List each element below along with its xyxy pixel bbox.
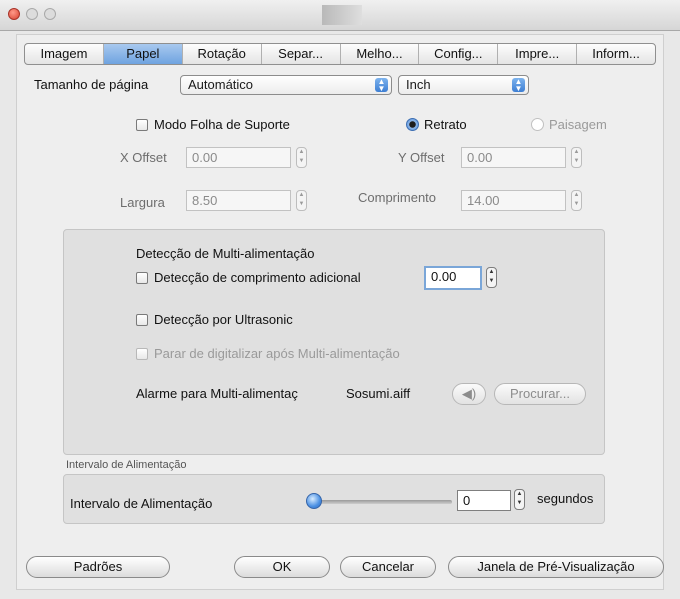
support-sheet-checkbox[interactable] <box>136 119 148 131</box>
length-field[interactable]: 14.00 <box>461 190 566 211</box>
support-sheet-label: Modo Folha de Suporte <box>154 117 290 132</box>
alarm-label: Alarme para Multi-alimentaç <box>136 386 298 401</box>
extra-length-field[interactable]: 0.00 <box>424 266 482 290</box>
alarm-file: Sosumi.aiff <box>346 386 411 401</box>
multifeed-group <box>63 229 605 455</box>
width-stepper[interactable]: ▲ ▼ <box>296 190 307 211</box>
window-title-graphic <box>322 5 362 25</box>
minimize-window-button[interactable] <box>26 8 38 20</box>
extra-length-stepper[interactable]: ▲ ▼ <box>486 267 497 288</box>
landscape-label: Paisagem <box>549 117 607 132</box>
play-alarm-button[interactable]: ◀) <box>452 383 486 405</box>
tab-configuracao[interactable]: Config... <box>419 44 499 64</box>
preview-window-button[interactable]: Janela de Pré-Visualização <box>448 556 664 578</box>
unit-select[interactable]: Inch ▲ ▼ <box>398 75 529 95</box>
zoom-window-button[interactable] <box>44 8 56 20</box>
feed-interval-unit: segundos <box>537 491 594 506</box>
extra-length-label: Detecção de comprimento adicional <box>154 270 361 285</box>
close-window-button[interactable] <box>8 8 20 20</box>
length-stepper[interactable]: ▲ ▼ <box>571 190 582 211</box>
feed-interval-label: Intervalo de Alimentação <box>70 496 213 511</box>
feed-interval-stepper[interactable]: ▲ ▼ <box>514 489 525 510</box>
ultrasonic-label: Detecção por Ultrasonic <box>154 312 293 327</box>
tab-melhoria[interactable]: Melho... <box>341 44 420 64</box>
browse-button[interactable]: Procurar... <box>494 383 586 405</box>
length-label: Comprimento <box>358 190 437 205</box>
multifeed-title: Detecção de Multi-alimentação <box>136 246 315 261</box>
updown-arrow-icon: ▲ ▼ <box>512 78 525 93</box>
defaults-button[interactable]: Padrões <box>26 556 170 578</box>
stop-scan-checkbox[interactable] <box>136 348 148 360</box>
tab-informacao[interactable]: Inform... <box>577 44 655 64</box>
tab-rotacao[interactable]: Rotação <box>183 44 262 64</box>
ok-button[interactable]: OK <box>234 556 330 578</box>
tab-separacao[interactable]: Separ... <box>262 44 341 64</box>
tab-bar: Imagem Papel Rotação Separ... Melho... C… <box>24 43 656 65</box>
page-size-value: Automático <box>188 77 254 92</box>
feed-interval-slider-knob[interactable] <box>306 493 322 509</box>
tab-papel[interactable]: Papel <box>103 44 183 64</box>
cancel-button[interactable]: Cancelar <box>340 556 436 578</box>
page-size-label: Tamanho de página <box>34 77 149 92</box>
y-offset-field[interactable]: 0.00 <box>461 147 566 168</box>
landscape-radio[interactable] <box>531 118 544 131</box>
portrait-label: Retrato <box>424 117 467 132</box>
page-size-select[interactable]: Automático ▲ ▼ <box>180 75 392 95</box>
y-offset-label: Y Offset <box>398 150 445 165</box>
ultrasonic-checkbox[interactable] <box>136 314 148 326</box>
stop-scan-label: Parar de digitalizar após Multi-alimenta… <box>154 346 400 361</box>
width-label: Largura <box>120 195 165 210</box>
feed-interval-slider-track[interactable] <box>316 500 452 504</box>
updown-arrow-icon: ▲ ▼ <box>375 78 388 93</box>
title-bar <box>0 0 680 31</box>
unit-value: Inch <box>406 77 431 92</box>
extra-length-checkbox[interactable] <box>136 272 148 284</box>
tab-imagem[interactable]: Imagem <box>25 44 104 64</box>
width-field[interactable]: 8.50 <box>186 190 291 211</box>
speaker-icon: ◀) <box>461 386 477 401</box>
x-offset-field[interactable]: 0.00 <box>186 147 291 168</box>
scanner-settings-window: Imagem Papel Rotação Separ... Melho... C… <box>0 0 680 599</box>
feed-interval-group-title: Intervalo de Alimentação <box>66 459 187 471</box>
x-offset-stepper[interactable]: ▲ ▼ <box>296 147 307 168</box>
y-offset-stepper[interactable]: ▲ ▼ <box>571 147 582 168</box>
portrait-radio[interactable] <box>406 118 419 131</box>
tab-impressao[interactable]: Impre... <box>498 44 578 64</box>
x-offset-label: X Offset <box>120 150 167 165</box>
feed-interval-field[interactable]: 0 <box>457 490 511 511</box>
